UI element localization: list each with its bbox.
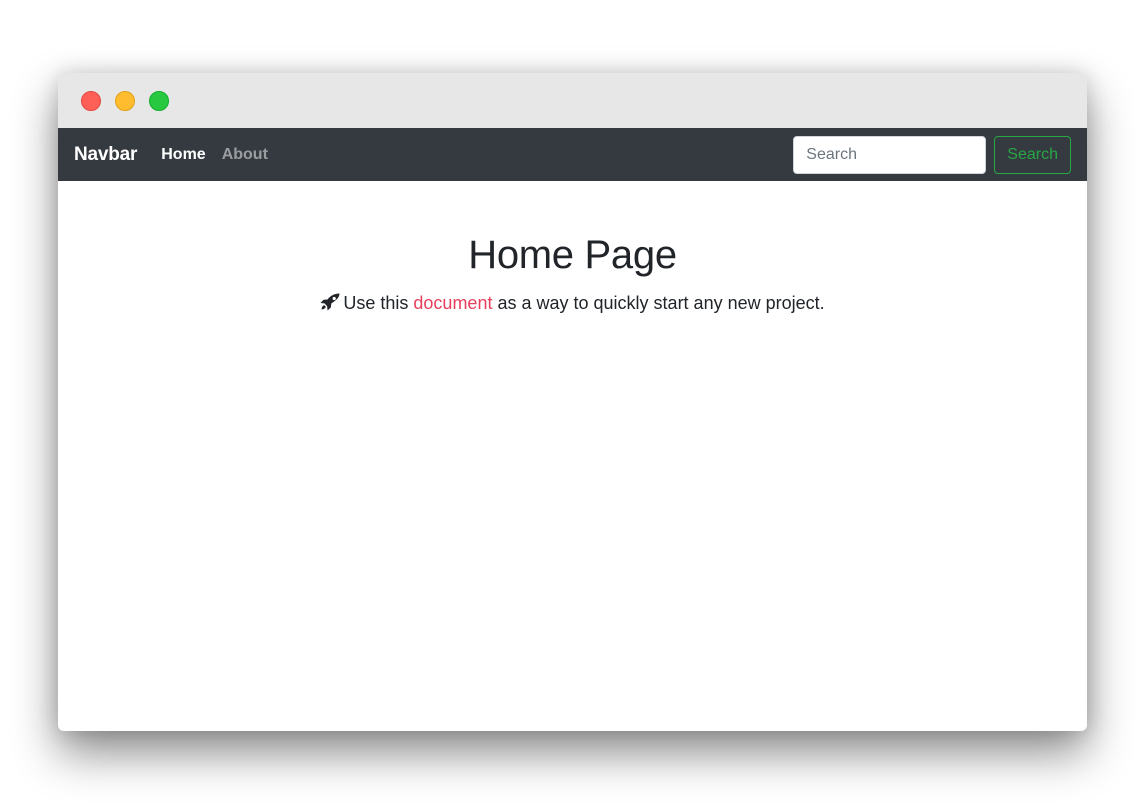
rocket-icon xyxy=(320,293,340,311)
browser-window: Navbar Home About Search Home Page Use t… xyxy=(58,73,1087,731)
search-button[interactable]: Search xyxy=(994,135,1071,174)
document-link[interactable]: document xyxy=(413,293,492,313)
window-minimize-button[interactable] xyxy=(115,91,135,111)
lead-text: Use this document as a way to quickly st… xyxy=(58,291,1087,315)
nav-link-home[interactable]: Home xyxy=(161,146,205,164)
navbar-brand[interactable]: Navbar xyxy=(74,144,137,166)
window-close-button[interactable] xyxy=(81,91,101,111)
search-input[interactable] xyxy=(793,135,987,174)
window-zoom-button[interactable] xyxy=(149,91,169,111)
navbar: Navbar Home About Search xyxy=(58,128,1087,181)
page-title: Home Page xyxy=(468,233,677,277)
lead-text-before: Use this xyxy=(343,293,409,313)
window-titlebar xyxy=(58,73,1087,128)
main-content: Home Page Use this document as a way to … xyxy=(58,181,1087,315)
lead-text-after: as a way to quickly start any new projec… xyxy=(497,293,825,313)
nav-link-about[interactable]: About xyxy=(222,146,268,164)
